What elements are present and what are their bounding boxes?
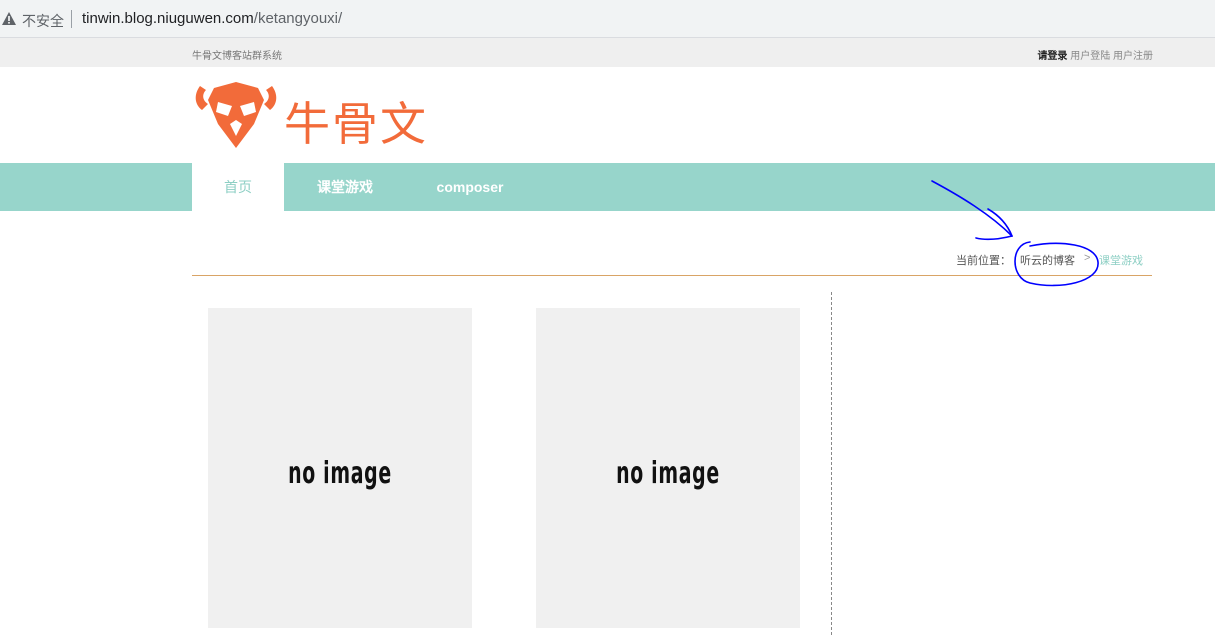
url-field[interactable]: tinwin.blog.niuguwen.com/ketangyouxi/: [82, 10, 342, 27]
breadcrumb-current[interactable]: 课堂游戏: [1099, 252, 1143, 268]
auth-links: 请登录 用户登陆 用户注册: [1037, 47, 1153, 62]
warning-icon[interactable]: [2, 12, 16, 25]
breadcrumb-separator: >: [1084, 252, 1091, 264]
sidebar-divider: [831, 292, 832, 635]
site-logo[interactable]: 牛骨文: [192, 80, 452, 152]
url-host: tinwin.blog.niuguwen.com: [82, 10, 254, 27]
security-label[interactable]: 不安全: [22, 11, 64, 31]
nav-item-composer[interactable]: composer: [424, 163, 516, 211]
breadcrumb-divider: [192, 275, 1152, 276]
top-strip: 牛骨文博客站群系统 请登录 用户登陆 用户注册: [0, 38, 1215, 67]
nav-item-home[interactable]: 首页: [192, 163, 284, 211]
no-image-placeholder: no image: [616, 456, 720, 491]
nav-item-classroom-games[interactable]: 课堂游戏: [300, 163, 390, 211]
breadcrumb-prefix: 当前位置：: [956, 255, 1011, 267]
post-thumbnail[interactable]: no image: [208, 308, 472, 628]
site-name: 牛骨文博客站群系统: [192, 51, 282, 62]
post-thumbnail[interactable]: no image: [536, 308, 800, 628]
user-login-link[interactable]: 用户登陆: [1070, 51, 1110, 62]
login-prompt: 请登录: [1037, 51, 1068, 62]
user-register-link[interactable]: 用户注册: [1113, 51, 1153, 62]
logo-text: 牛骨文: [284, 97, 428, 151]
browser-address-bar: 不安全 tinwin.blog.niuguwen.com/ketangyouxi…: [0, 0, 1215, 38]
bull-head-icon: [195, 82, 277, 148]
url-path: /ketangyouxi/: [253, 10, 343, 27]
main-nav: 首页 课堂游戏 composer: [0, 163, 1215, 211]
annotation-arrow-head: [975, 208, 1014, 241]
no-image-placeholder: no image: [288, 456, 392, 491]
address-separator: [71, 10, 72, 28]
breadcrumb-home[interactable]: 听云的博客: [1020, 252, 1075, 268]
